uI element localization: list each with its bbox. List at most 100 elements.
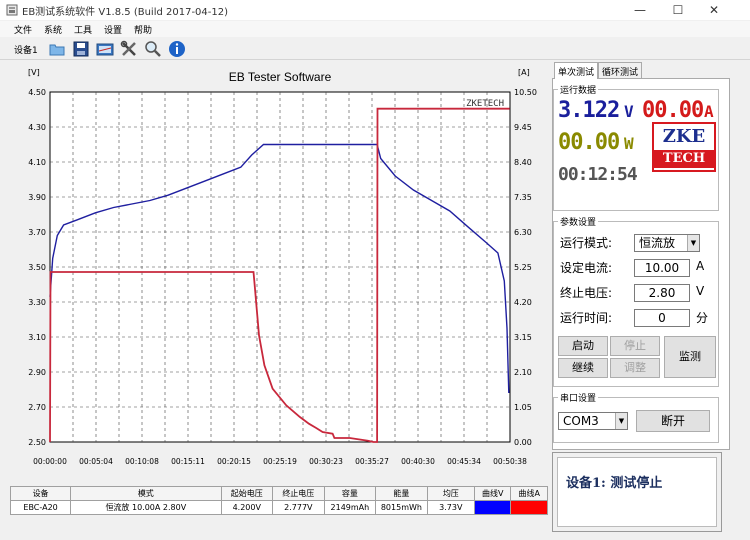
- chart-icon[interactable]: [96, 40, 114, 58]
- left-tick-label: 3.30: [28, 298, 46, 307]
- monitor-button[interactable]: 监测: [664, 336, 716, 378]
- right-tick-label: 2.10: [514, 368, 532, 377]
- disconnect-button[interactable]: 断开: [636, 410, 710, 432]
- x-tick-label: 00:00:00: [33, 457, 67, 466]
- set-current-unit: A: [696, 259, 705, 273]
- run-time-input[interactable]: 0: [634, 309, 690, 327]
- port-select[interactable]: COM3 ▼: [558, 412, 628, 430]
- serial-group: 串口设置 COM3 ▼ 断开: [553, 391, 719, 443]
- table-cell-energy: 8015mWh: [375, 500, 428, 515]
- left-tick-label: 3.70: [28, 228, 46, 237]
- window-title: EB测试系统软件 V1.8.5 (Build 2017-04-12): [22, 7, 229, 18]
- curve-a-color-swatch[interactable]: [510, 500, 548, 515]
- left-tick-label: 3.10: [28, 333, 46, 342]
- table-row[interactable]: EBC-A20 恒流放 10.00A 2.80V 4.200V 2.777V 2…: [9, 500, 548, 515]
- x-tick-label: 00:05:04: [79, 457, 113, 466]
- chevron-down-icon: ▼: [687, 235, 699, 251]
- x-tick-label: 00:45:34: [447, 457, 481, 466]
- chart-watermark: ZKETECH: [466, 99, 504, 109]
- set-current-input[interactable]: 10.00: [634, 259, 690, 277]
- results-table: 设备 模式 起始电压 终止电压 容量 能量 均压 曲线V 曲线A EBC-A20…: [9, 486, 548, 515]
- chevron-down-icon: ▼: [615, 413, 627, 429]
- app-icon: [6, 4, 18, 16]
- x-tick-label: 00:10:08: [125, 457, 159, 466]
- menu-settings[interactable]: 设置: [104, 23, 122, 36]
- right-tick-label: 3.15: [514, 333, 532, 342]
- cutoff-voltage-input[interactable]: 2.80: [634, 284, 690, 302]
- left-tick-label: 3.90: [28, 193, 46, 202]
- left-tick-label: 2.70: [28, 403, 46, 412]
- mode-select[interactable]: 恒流放 ▼: [634, 234, 700, 252]
- x-tick-label: 00:35:27: [355, 457, 389, 466]
- table-header-row: 设备 模式 起始电压 终止电压 容量 能量 均压 曲线V 曲线A: [9, 486, 548, 501]
- close-button[interactable]: ✕: [696, 0, 732, 20]
- power-readout: 00.00: [558, 130, 620, 155]
- table-cell-avg-voltage: 3.73V: [426, 500, 475, 515]
- voltage-readout: 3.122: [558, 98, 620, 123]
- maximize-button[interactable]: ☐: [660, 0, 696, 20]
- minimize-button[interactable]: —: [622, 0, 658, 20]
- right-tick-label: 6.30: [514, 228, 532, 237]
- search-icon[interactable]: [144, 40, 162, 58]
- save-icon[interactable]: [72, 40, 90, 58]
- table-cell-device: EBC-A20: [9, 500, 72, 515]
- menu-tools[interactable]: 工具: [74, 23, 92, 36]
- mode-label: 运行模式:: [560, 236, 613, 250]
- left-tick-label: 4.30: [28, 123, 46, 132]
- table-header: 均压: [426, 486, 475, 501]
- tab-cycle-test[interactable]: 循环测试: [598, 62, 643, 78]
- run-data-group: 运行数据 3.122 V 00.00 A 00.00 W 00:12:54 ZK…: [553, 83, 719, 211]
- table-header: 设备: [9, 486, 72, 501]
- x-tick-label: 00:15:11: [171, 457, 205, 466]
- left-tick-label: 2.90: [28, 368, 46, 377]
- right-tick-label: 4.20: [514, 298, 532, 307]
- device-selector[interactable]: 设备1: [14, 43, 38, 56]
- params-group: 参数设置 运行模式: 恒流放 ▼ 设定电流: 10.00 A 终止电压: 2.8…: [553, 215, 719, 387]
- start-button[interactable]: 启动: [558, 336, 608, 356]
- table-header: 终止电压: [272, 486, 325, 501]
- voltage-unit: V: [624, 102, 634, 121]
- right-tick-label: 5.25: [514, 263, 532, 272]
- right-tick-label: 8.40: [514, 158, 532, 167]
- tab-single-test[interactable]: 单次测试: [554, 62, 599, 79]
- menu-file[interactable]: 文件: [14, 23, 32, 36]
- table-header: 起始电压: [220, 486, 274, 501]
- mode-value: 恒流放: [639, 236, 676, 250]
- table-header: 模式: [70, 486, 222, 501]
- tools-icon[interactable]: [120, 40, 138, 58]
- right-tick-label: 9.45: [514, 123, 532, 132]
- right-tick-label: 1.05: [514, 403, 532, 412]
- logo-bottom-text: TECH: [654, 150, 714, 168]
- table-header: 容量: [323, 486, 377, 501]
- cutoff-voltage-label: 终止电压:: [560, 286, 613, 300]
- current-unit: A: [704, 102, 714, 121]
- cutoff-voltage-unit: V: [696, 284, 705, 298]
- curve-v-color-swatch[interactable]: [473, 500, 512, 515]
- adjust-button[interactable]: 调整: [610, 358, 660, 378]
- app-window: EB测试系统软件 V1.8.5 (Build 2017-04-12) — ☐ ✕…: [0, 0, 750, 540]
- table-header: 曲线V: [473, 486, 512, 501]
- menu-system[interactable]: 系统: [44, 23, 62, 36]
- x-tick-label: 00:50:38: [493, 457, 527, 466]
- right-tick-label: 0.00: [514, 438, 532, 447]
- status-text: 设备1: 测试停止: [566, 476, 663, 491]
- status-display: 设备1: 测试停止: [557, 457, 717, 527]
- left-tick-label: 2.50: [28, 438, 46, 447]
- menu-help[interactable]: 帮助: [134, 23, 152, 36]
- folder-icon[interactable]: [48, 40, 66, 58]
- table-cell-capacity: 2149mAh: [323, 500, 377, 515]
- toolbar: 设备1: [0, 38, 750, 60]
- chart-panel: EB Tester Software [V] [A] 4.50 4.30 4.10 3…: [10, 62, 550, 482]
- right-tick-label: 10.50: [514, 88, 537, 97]
- logo-top-text: ZKE: [662, 126, 706, 147]
- plot-area[interactable]: 4.50 4.30 4.10 3.90 3.70 3.50 3.30 3.10 2.90 2.70…: [10, 62, 550, 482]
- params-title: 参数设置: [558, 215, 599, 228]
- left-tick-label: 4.50: [28, 88, 46, 97]
- left-tick-label: 3.50: [28, 263, 46, 272]
- continue-button[interactable]: 继续: [558, 358, 608, 378]
- status-panel: 设备1: 测试停止: [552, 452, 722, 532]
- left-tick-label: 4.10: [28, 158, 46, 167]
- stop-button[interactable]: 停止: [610, 336, 660, 356]
- info-icon[interactable]: [168, 40, 186, 58]
- table-header: 曲线A: [510, 486, 548, 501]
